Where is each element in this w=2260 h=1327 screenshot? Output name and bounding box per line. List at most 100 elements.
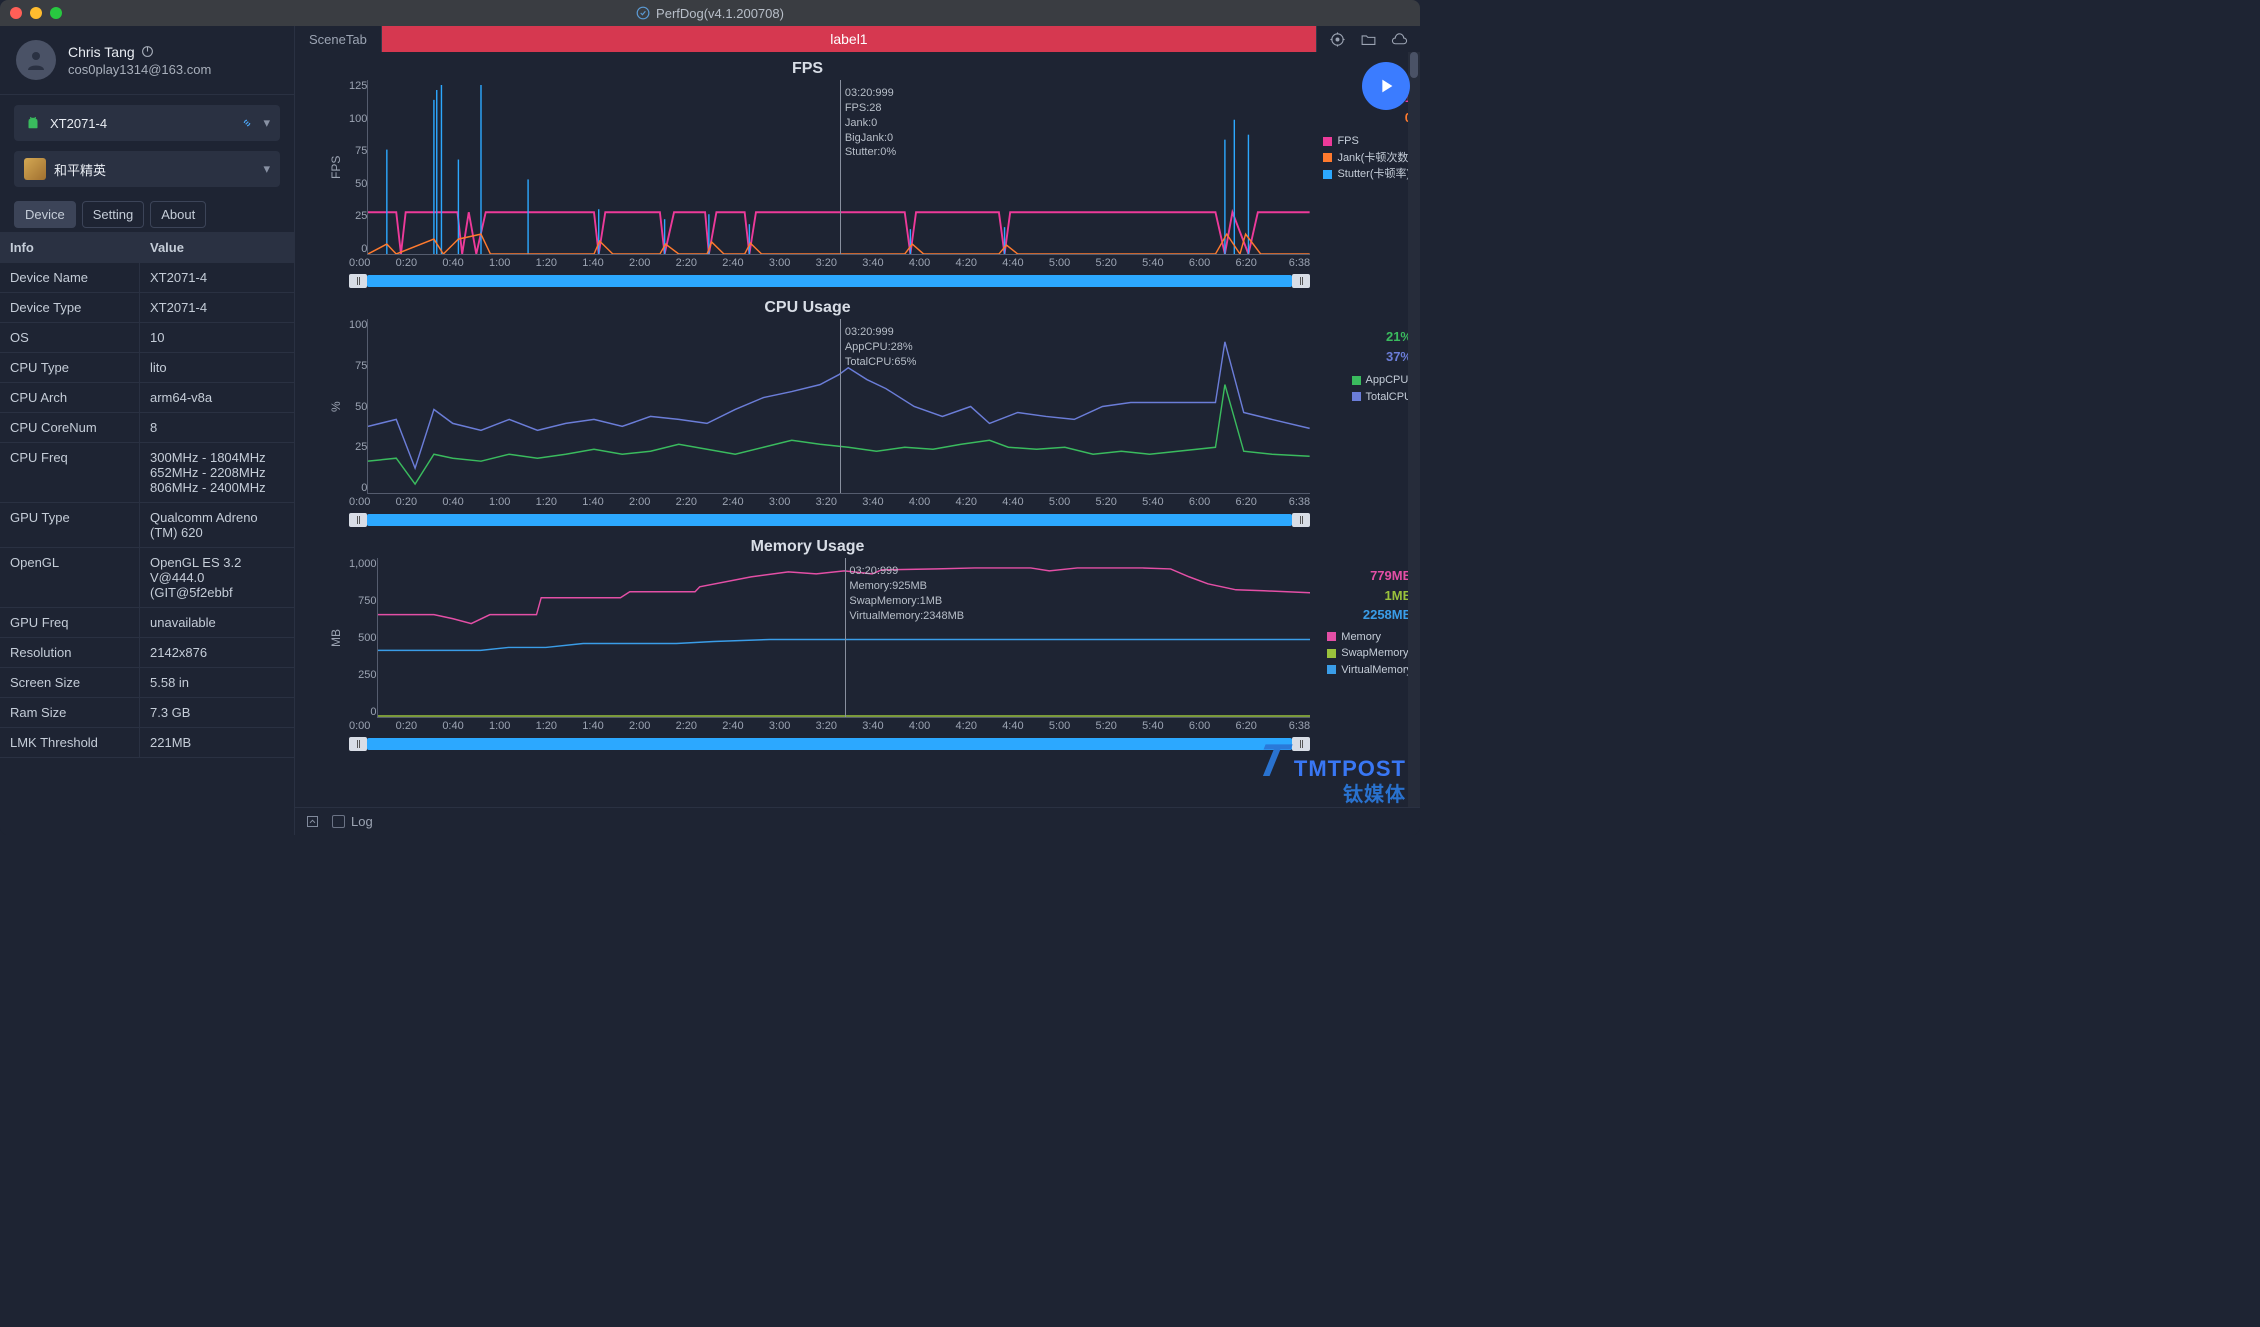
table-row: CPU Archarm64-v8a xyxy=(0,383,294,413)
info-key: CPU Freq xyxy=(0,443,140,502)
info-value: 10 xyxy=(140,323,294,352)
play-button[interactable] xyxy=(1362,62,1410,110)
tooltip: 03:20:999Memory:925MBSwapMemory:1MBVirtu… xyxy=(849,564,964,623)
memory-chart: Memory Usage MB 1,0007505002500 03:20:99… xyxy=(305,538,1310,752)
info-value: XT2071-4 xyxy=(140,293,294,322)
table-row: GPU TypeQualcomm Adreno (TM) 620 xyxy=(0,503,294,548)
table-row: OpenGLOpenGL ES 3.2 V@444.0 (GIT@5f2ebbf xyxy=(0,548,294,608)
window-title: PerfDog(v4.1.200708) xyxy=(636,6,784,21)
memory-plot[interactable]: 03:20:999Memory:925MBSwapMemory:1MBVirtu… xyxy=(377,558,1310,718)
sidebar: Chris Tang cos0play1314@163.com XT2071-4… xyxy=(0,26,295,835)
slider-handle-left[interactable] xyxy=(349,513,367,527)
chevron-down-icon: ▾ xyxy=(263,161,270,177)
info-key: OS xyxy=(0,323,140,352)
info-value: XT2071-4 xyxy=(140,263,294,292)
info-value: lito xyxy=(140,353,294,382)
table-row: Ram Size7.3 GB xyxy=(0,698,294,728)
slider-handle-left[interactable] xyxy=(349,274,367,288)
info-key: CPU Type xyxy=(0,353,140,382)
chart-title: FPS xyxy=(305,60,1310,78)
info-value: 300MHz - 1804MHz 652MHz - 2208MHz 806MHz… xyxy=(140,443,294,502)
time-cursor[interactable] xyxy=(845,558,846,717)
log-toggle[interactable]: Log xyxy=(332,814,373,829)
app-icon xyxy=(24,158,46,180)
time-cursor[interactable] xyxy=(840,319,841,493)
info-value: unavailable xyxy=(140,608,294,637)
info-key: Resolution xyxy=(0,638,140,667)
user-email: cos0play1314@163.com xyxy=(68,62,211,77)
table-row: Device TypeXT2071-4 xyxy=(0,293,294,323)
scene-label[interactable]: label1 xyxy=(382,26,1317,52)
watermark: T TMTPOST 钛媒体 xyxy=(1258,737,1406,805)
info-key: CPU Arch xyxy=(0,383,140,412)
cpu-legend: 21% 37% AppCPU TotalCPU xyxy=(1352,327,1412,405)
minimize-icon[interactable] xyxy=(30,7,42,19)
user-name: Chris Tang xyxy=(68,44,135,60)
table-row: CPU Freq300MHz - 1804MHz 652MHz - 2208MH… xyxy=(0,443,294,503)
table-row: Device NameXT2071-4 xyxy=(0,263,294,293)
table-row: Screen Size5.58 in xyxy=(0,668,294,698)
tab-about[interactable]: About xyxy=(150,201,206,228)
table-row: Resolution2142x876 xyxy=(0,638,294,668)
info-key: LMK Threshold xyxy=(0,728,140,757)
main-panel: SceneTab label1 FPS FPS 1251007550250 xyxy=(295,26,1420,835)
folder-icon[interactable] xyxy=(1360,31,1377,48)
slider-handle-right[interactable] xyxy=(1292,274,1310,288)
table-row: OS10 xyxy=(0,323,294,353)
info-value: 7.3 GB xyxy=(140,698,294,727)
col-info: Info xyxy=(0,233,140,262)
info-key: Ram Size xyxy=(0,698,140,727)
col-value: Value xyxy=(140,233,294,262)
time-slider[interactable] xyxy=(349,273,1310,289)
location-icon[interactable] xyxy=(1329,31,1346,48)
info-value: 221MB xyxy=(140,728,294,757)
info-key: Device Type xyxy=(0,293,140,322)
time-slider[interactable] xyxy=(349,736,1310,752)
table-row: CPU CoreNum8 xyxy=(0,413,294,443)
tooltip: 03:20:999FPS:28Jank:0BigJank:0Stutter:0% xyxy=(845,86,896,160)
power-icon[interactable] xyxy=(141,45,154,58)
scene-tab[interactable]: SceneTab xyxy=(295,26,382,52)
time-cursor[interactable] xyxy=(840,80,841,254)
chevron-down-icon: ▾ xyxy=(263,115,270,131)
info-key: GPU Type xyxy=(0,503,140,547)
bottom-bar: Log xyxy=(295,807,1420,835)
info-value: arm64-v8a xyxy=(140,383,294,412)
fps-plot[interactable]: 03:20:999FPS:28Jank:0BigJank:0Stutter:0% xyxy=(367,80,1310,255)
android-icon xyxy=(24,114,42,132)
tooltip: 03:20:999AppCPU:28%TotalCPU:65% xyxy=(845,325,917,370)
info-value: OpenGL ES 3.2 V@444.0 (GIT@5f2ebbf xyxy=(140,548,294,607)
info-key: GPU Freq xyxy=(0,608,140,637)
info-key: Screen Size xyxy=(0,668,140,697)
slider-handle-left[interactable] xyxy=(349,737,367,751)
chart-title: CPU Usage xyxy=(305,299,1310,317)
tab-device[interactable]: Device xyxy=(14,201,76,228)
slider-handle-right[interactable] xyxy=(1292,513,1310,527)
scrollbar-thumb[interactable] xyxy=(1410,52,1418,78)
table-row: CPU Typelito xyxy=(0,353,294,383)
checkbox-icon[interactable] xyxy=(332,815,345,828)
device-dropdown[interactable]: XT2071-4 ▾ xyxy=(14,105,280,141)
info-key: Device Name xyxy=(0,263,140,292)
info-value: 2142x876 xyxy=(140,638,294,667)
collapse-icon[interactable] xyxy=(305,814,320,829)
avatar[interactable] xyxy=(16,40,56,80)
close-icon[interactable] xyxy=(10,7,22,19)
time-slider[interactable] xyxy=(349,512,1310,528)
tab-setting[interactable]: Setting xyxy=(82,201,144,228)
info-key: CPU CoreNum xyxy=(0,413,140,442)
maximize-icon[interactable] xyxy=(50,7,62,19)
info-value: Qualcomm Adreno (TM) 620 xyxy=(140,503,294,547)
info-key: OpenGL xyxy=(0,548,140,607)
cpu-plot[interactable]: 03:20:999AppCPU:28%TotalCPU:65% xyxy=(367,319,1310,494)
fps-chart: FPS FPS 1251007550250 03:20:999FPS:28Jan… xyxy=(305,60,1310,289)
info-value: 5.58 in xyxy=(140,668,294,697)
memory-legend: 779MB 1MB 2258MB Memory SwapMemory Virtu… xyxy=(1327,566,1412,678)
cpu-chart: CPU Usage % 1007550250 03:20:999AppCPU:2… xyxy=(305,299,1310,528)
scrollbar[interactable] xyxy=(1408,52,1420,807)
chart-title: Memory Usage xyxy=(305,538,1310,556)
cloud-icon[interactable] xyxy=(1391,31,1408,48)
app-dropdown[interactable]: 和平精英 ▾ xyxy=(14,151,280,187)
info-value: 8 xyxy=(140,413,294,442)
table-row: LMK Threshold221MB xyxy=(0,728,294,758)
